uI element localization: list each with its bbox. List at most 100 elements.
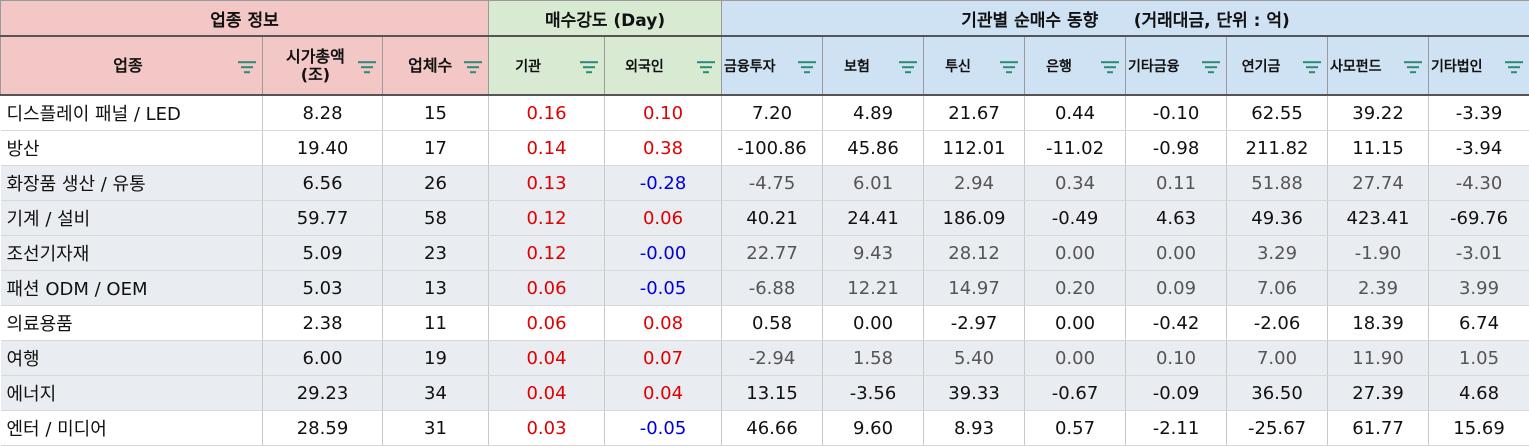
cell-pension: 49.36 [1227, 201, 1328, 236]
cell-insurance: -3.56 [823, 376, 924, 411]
table-row[interactable]: 의료용품2.38110.060.080.580.00-2.970.00-0.42… [1, 306, 1529, 341]
cell-insurance: 1.58 [823, 341, 924, 376]
cell-company-count: 17 [383, 131, 489, 166]
cell-market-cap: 8.28 [263, 95, 383, 131]
col-header-institution[interactable]: 기관 [489, 36, 605, 95]
cell-sector: 방산 [1, 131, 263, 166]
table-row[interactable]: 에너지29.23340.040.0413.15-3.5639.33-0.67-0… [1, 376, 1529, 411]
filter-icon[interactable] [899, 61, 917, 73]
cell-other-fin: 0.10 [1126, 341, 1227, 376]
group-header-row: 업종 정보 매수강도 (Day) 기관별 순매수 동향 (거래대금, 단위 : … [1, 1, 1529, 37]
cell-bank: 0.00 [1025, 341, 1126, 376]
col-header-other-corp[interactable]: 기타법인 [1429, 36, 1529, 95]
table-row[interactable]: 기계 / 설비59.77580.120.0640.2124.41186.09-0… [1, 201, 1529, 236]
col-header-label: 보험 [844, 56, 870, 76]
group-buying-strength: 매수강도 (Day) [489, 1, 722, 37]
cell-private-fund: 2.39 [1328, 271, 1429, 306]
filter-icon[interactable] [697, 61, 715, 73]
cell-private-fund: 61.77 [1328, 411, 1429, 446]
cell-fin-invest: -4.75 [722, 166, 823, 201]
filter-icon[interactable] [798, 61, 816, 73]
col-header-other-fin[interactable]: 기타금융 [1126, 36, 1227, 95]
cell-insurance: 0.00 [823, 306, 924, 341]
filter-icon[interactable] [1404, 61, 1422, 73]
cell-sector: 패션 ODM / OEM [1, 271, 263, 306]
cell-institution-strength: 0.12 [489, 201, 605, 236]
col-header-pension[interactable]: 연기금 [1227, 36, 1328, 95]
filter-icon[interactable] [358, 61, 376, 73]
filter-icon[interactable] [1101, 61, 1119, 73]
cell-fin-invest: -6.88 [722, 271, 823, 306]
filter-icon[interactable] [580, 61, 598, 73]
cell-sector: 디스플레이 패널 / LED [1, 95, 263, 131]
cell-private-fund: 11.15 [1328, 131, 1429, 166]
col-header-label: 시가총액 (조) [286, 48, 345, 84]
cell-insurance: 6.01 [823, 166, 924, 201]
col-header-foreign[interactable]: 외국인 [605, 36, 722, 95]
col-header-label: 은행 [1046, 56, 1072, 76]
cell-private-fund: 27.39 [1328, 376, 1429, 411]
cell-trust: 112.01 [924, 131, 1025, 166]
cell-other-fin: 4.63 [1126, 201, 1227, 236]
cell-insurance: 9.60 [823, 411, 924, 446]
table-row[interactable]: 방산19.40170.140.38-100.8645.86112.01-11.0… [1, 131, 1529, 166]
col-header-company-count[interactable]: 업체수 [383, 36, 489, 95]
col-header-sector[interactable]: 업종 [1, 36, 263, 95]
cell-other-fin: -0.09 [1126, 376, 1227, 411]
col-header-label: 연기금 [1242, 56, 1281, 76]
cell-company-count: 11 [383, 306, 489, 341]
cell-institution-strength: 0.06 [489, 271, 605, 306]
cell-other-corp: 1.05 [1429, 341, 1529, 376]
cell-foreign-strength: 0.08 [605, 306, 722, 341]
cell-market-cap: 6.00 [263, 341, 383, 376]
cell-institution-strength: 0.04 [489, 376, 605, 411]
cell-sector: 여행 [1, 341, 263, 376]
col-header-fin-invest[interactable]: 금융투자 [722, 36, 823, 95]
table-row[interactable]: 패션 ODM / OEM5.03130.06-0.05-6.8812.2114.… [1, 271, 1529, 306]
cell-institution-strength: 0.06 [489, 306, 605, 341]
filter-icon[interactable] [1303, 61, 1321, 73]
cell-sector: 기계 / 설비 [1, 201, 263, 236]
cell-company-count: 58 [383, 201, 489, 236]
table-body: 디스플레이 패널 / LED8.28150.160.107.204.8921.6… [1, 95, 1529, 446]
cell-bank: 0.00 [1025, 236, 1126, 271]
filter-icon[interactable] [1000, 61, 1018, 73]
cell-other-fin: -0.42 [1126, 306, 1227, 341]
sector-flow-table: 업종 정보 매수강도 (Day) 기관별 순매수 동향 (거래대금, 단위 : … [0, 0, 1529, 446]
cell-company-count: 34 [383, 376, 489, 411]
filter-icon[interactable] [1505, 61, 1523, 73]
cell-fin-invest: 40.21 [722, 201, 823, 236]
cell-other-fin: -2.11 [1126, 411, 1227, 446]
filter-icon[interactable] [238, 61, 256, 73]
cell-other-fin: 0.11 [1126, 166, 1227, 201]
col-header-private-fund[interactable]: 사모펀드 [1328, 36, 1429, 95]
col-header-trust[interactable]: 투신 [924, 36, 1025, 95]
filter-icon[interactable] [464, 61, 482, 73]
col-header-insurance[interactable]: 보험 [823, 36, 924, 95]
cell-fin-invest: -2.94 [722, 341, 823, 376]
col-header-market-cap[interactable]: 시가총액 (조) [263, 36, 383, 95]
cell-company-count: 23 [383, 236, 489, 271]
cell-institution-strength: 0.12 [489, 236, 605, 271]
cell-sector: 의료용품 [1, 306, 263, 341]
cell-other-corp: 4.68 [1429, 376, 1529, 411]
cell-fin-invest: 13.15 [722, 376, 823, 411]
cell-institution-strength: 0.14 [489, 131, 605, 166]
cell-market-cap: 59.77 [263, 201, 383, 236]
cell-pension: 62.55 [1227, 95, 1328, 131]
col-header-bank[interactable]: 은행 [1025, 36, 1126, 95]
table-row[interactable]: 화장품 생산 / 유통6.56260.13-0.28-4.756.012.940… [1, 166, 1529, 201]
col-header-label: 기타법인 [1431, 56, 1483, 76]
cell-other-corp: -69.76 [1429, 201, 1529, 236]
cell-insurance: 12.21 [823, 271, 924, 306]
cell-insurance: 4.89 [823, 95, 924, 131]
table-row[interactable]: 여행6.00190.040.07-2.941.585.400.000.107.0… [1, 341, 1529, 376]
filter-icon[interactable] [1202, 61, 1220, 73]
table-row[interactable]: 엔터 / 미디어28.59310.03-0.0546.669.608.930.5… [1, 411, 1529, 446]
cell-bank: -11.02 [1025, 131, 1126, 166]
cell-trust: 8.93 [924, 411, 1025, 446]
table-row[interactable]: 디스플레이 패널 / LED8.28150.160.107.204.8921.6… [1, 95, 1529, 131]
cell-pension: 211.82 [1227, 131, 1328, 166]
cell-sector: 조선기자재 [1, 236, 263, 271]
table-row[interactable]: 조선기자재5.09230.12-0.0022.779.4328.120.000.… [1, 236, 1529, 271]
